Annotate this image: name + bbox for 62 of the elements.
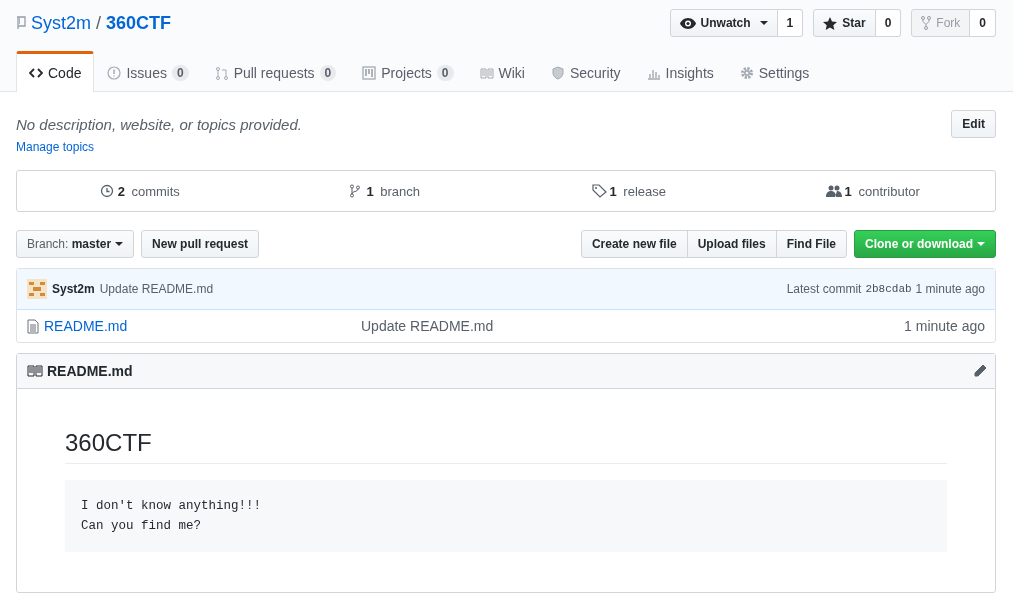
file-icon bbox=[27, 318, 39, 334]
nav-tab[interactable]: Pull requests 0 bbox=[201, 53, 350, 92]
tag-icon bbox=[590, 184, 607, 198]
people-icon bbox=[825, 184, 842, 198]
star-button[interactable]: Star bbox=[813, 9, 876, 37]
history-icon bbox=[98, 184, 115, 198]
repo-description: No description, website, or topics provided. bbox=[16, 115, 302, 133]
repo-name-link[interactable]: 360CTF bbox=[106, 12, 172, 34]
manage-topics-link[interactable]: Manage topics bbox=[16, 140, 996, 154]
star-icon bbox=[823, 16, 838, 30]
summary-link[interactable]: 1 branch bbox=[261, 183, 506, 199]
code-line: Can you find me? bbox=[81, 518, 203, 535]
gear-icon bbox=[739, 66, 754, 80]
pencil-icon[interactable] bbox=[973, 364, 987, 378]
nav-tab[interactable]: Issues 0 bbox=[94, 53, 202, 92]
avatar-icon bbox=[27, 279, 47, 299]
summary-link[interactable]: 1 contributor bbox=[750, 183, 995, 199]
commit-time: 1 minute ago bbox=[915, 282, 985, 296]
branch-select-button[interactable]: Branch: master bbox=[16, 230, 135, 258]
eye-icon bbox=[679, 17, 696, 29]
watch-button[interactable]: Unwatch bbox=[669, 9, 778, 37]
latest-commit-label: Latest commit bbox=[786, 282, 862, 296]
commit-sha-link[interactable]: 2b8cdab bbox=[865, 283, 912, 295]
file-action-button[interactable]: Upload files bbox=[686, 230, 777, 258]
project-board-icon bbox=[362, 66, 377, 80]
issue-icon bbox=[107, 66, 122, 80]
summary-link[interactable]: 1 release bbox=[506, 183, 751, 199]
file-commit-message-link[interactable]: Update README.md bbox=[361, 318, 905, 334]
commit-message-link[interactable]: Update README.md bbox=[99, 282, 214, 296]
commit-author-link[interactable]: Syst2m bbox=[52, 282, 95, 296]
path-separator: / bbox=[96, 12, 102, 34]
caret-icon bbox=[977, 242, 985, 246]
pull-request-icon bbox=[214, 66, 229, 80]
tab-counter: 0 bbox=[171, 65, 189, 81]
tab-counter: 0 bbox=[319, 65, 337, 81]
fork-icon bbox=[921, 16, 932, 30]
file-action-button[interactable]: Create new file bbox=[580, 230, 688, 258]
owner-link[interactable]: Syst2m bbox=[31, 12, 91, 34]
book-icon bbox=[479, 66, 494, 80]
readme-heading: 360CTF bbox=[65, 429, 947, 464]
file-action-button[interactable]: Find File bbox=[775, 230, 847, 258]
caret-icon bbox=[115, 242, 124, 246]
edit-button[interactable]: Edit bbox=[951, 110, 996, 138]
nav-tab[interactable]: Settings bbox=[726, 53, 823, 92]
nav-tab[interactable]: Wiki bbox=[466, 53, 538, 92]
repo-icon bbox=[16, 16, 26, 30]
nav-tab[interactable]: Security bbox=[537, 53, 634, 92]
code-icon bbox=[29, 66, 43, 80]
count-link[interactable]: 1 bbox=[777, 9, 804, 37]
tab-counter: 0 bbox=[436, 65, 454, 81]
count-link[interactable]: 0 bbox=[875, 9, 902, 37]
file-age: 1 minute ago bbox=[904, 318, 985, 334]
summary-link[interactable]: 2 commits bbox=[17, 183, 262, 199]
book-icon bbox=[27, 365, 43, 377]
readme-filename: README.md bbox=[47, 363, 133, 379]
nav-tab[interactable]: Insights bbox=[633, 53, 727, 92]
new-pull-request-button[interactable]: New pull request bbox=[141, 230, 260, 258]
nav-tab[interactable]: Code bbox=[16, 51, 95, 92]
file-name-link[interactable]: README.md bbox=[44, 318, 128, 334]
nav-tab[interactable]: Projects 0 bbox=[349, 53, 467, 92]
shield-icon bbox=[550, 66, 565, 80]
code-line: I don't know anything!!! bbox=[81, 498, 263, 515]
